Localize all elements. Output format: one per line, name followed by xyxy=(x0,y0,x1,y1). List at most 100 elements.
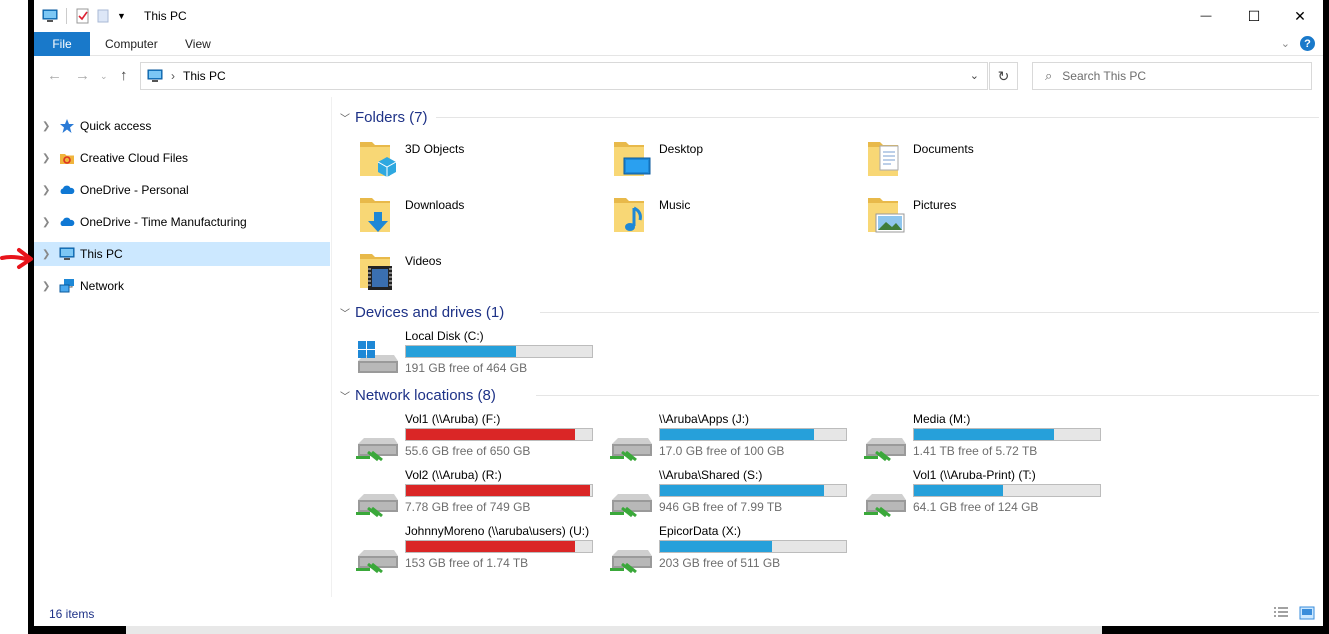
refresh-button[interactable]: ↻ xyxy=(989,62,1018,90)
network-drive-item[interactable]: Vol1 (\\Aruba-Print) (T:) 64.1 GB free of… xyxy=(842,468,1101,524)
collapse-chevron-icon[interactable]: ﹀ xyxy=(340,388,350,403)
tab-computer[interactable]: Computer xyxy=(105,37,158,51)
quick-access-toolbar: ▼ xyxy=(42,8,126,24)
sidebar-item-quick-access[interactable]: ❯ Quick access xyxy=(34,114,330,138)
desktop-folder-icon xyxy=(614,142,651,176)
tab-view[interactable]: View xyxy=(185,37,211,51)
drive-free-space: 191 GB free of 464 GB xyxy=(405,361,528,375)
help-icon[interactable]: ? xyxy=(1300,36,1315,51)
drive-usage-bar xyxy=(405,345,593,358)
sidebar-item-onedrive-time[interactable]: ❯ OneDrive - Time Manufacturing xyxy=(34,210,330,234)
drive-usage-fill xyxy=(914,485,1004,496)
sidebar-item-network[interactable]: ❯ Network xyxy=(34,274,330,298)
group-header-folders[interactable]: ﹀ Folders (7) xyxy=(334,107,1319,127)
drive-name: Local Disk (C:) xyxy=(405,329,484,343)
details-view-icon[interactable] xyxy=(1273,606,1289,620)
drive-item[interactable]: Local Disk (C:) 191 GB free of 464 GB xyxy=(334,329,593,385)
sidebar-item-label: Creative Cloud Files xyxy=(80,151,189,165)
drive-free-space: 17.0 GB free of 100 GB xyxy=(659,444,785,458)
pane-divider[interactable] xyxy=(331,97,332,597)
drive-usage-bar xyxy=(405,428,593,441)
folder-item[interactable]: 3D Objects xyxy=(334,138,574,190)
folder-item[interactable]: Pictures xyxy=(842,194,1082,246)
forward-arrow-icon[interactable]: → xyxy=(75,67,90,84)
sidebar-item-creative-cloud[interactable]: ❯ Creative Cloud Files xyxy=(34,146,330,170)
drive-free-space: 1.41 TB free of 5.72 TB xyxy=(913,444,1038,458)
up-arrow-icon[interactable]: ↑ xyxy=(120,67,128,84)
drive-name: JohnnyMoreno (\\aruba\users) (U:) xyxy=(405,524,590,538)
group-header-network[interactable]: ﹀ Network locations (8) xyxy=(334,385,1319,405)
drive-free-space: 55.6 GB free of 650 GB xyxy=(405,444,531,458)
new-folder-icon[interactable] xyxy=(95,8,111,24)
drive-usage-bar xyxy=(405,484,593,497)
expand-chevron-icon[interactable]: ❯ xyxy=(42,281,50,292)
expand-chevron-icon[interactable]: ❯ xyxy=(42,185,50,196)
folder-item[interactable]: Desktop xyxy=(588,138,828,190)
documents-folder-icon xyxy=(868,142,899,176)
sidebar-item-this-pc[interactable]: ❯ This PC xyxy=(34,242,330,266)
tab-file[interactable]: File xyxy=(34,32,90,56)
drive-free-space: 153 GB free of 1.74 TB xyxy=(405,556,529,570)
sidebar-item-label: OneDrive - Personal xyxy=(80,183,189,197)
customize-toolbar-chevron-icon[interactable]: ▼ xyxy=(117,11,126,21)
expand-chevron-icon[interactable]: ❯ xyxy=(42,153,50,164)
network-drive-icon xyxy=(610,550,652,574)
group-title: Folders (7) xyxy=(355,108,428,126)
folder-item[interactable]: Documents xyxy=(842,138,1082,190)
3d-objects-folder-icon xyxy=(360,142,397,177)
drive-usage-fill xyxy=(660,541,772,552)
network-drive-item[interactable]: Vol1 (\\Aruba) (F:) 55.6 GB free of 650 G… xyxy=(334,412,593,468)
background-left xyxy=(0,0,28,634)
annotation-arrow-icon xyxy=(0,248,33,269)
computer-icon[interactable] xyxy=(42,8,58,24)
expand-chevron-icon[interactable]: ❯ xyxy=(42,249,50,260)
drive-name: EpicorData (X:) xyxy=(659,524,742,538)
cloud-icon xyxy=(60,217,75,226)
recent-locations-chevron-icon[interactable]: ⌄ xyxy=(100,71,108,82)
cloud-icon xyxy=(60,185,75,194)
network-drive-icon xyxy=(356,550,398,574)
collapse-chevron-icon[interactable]: ﹀ xyxy=(340,110,350,125)
drive-free-space: 7.78 GB free of 749 GB xyxy=(405,500,531,514)
group-header-devices[interactable]: ﹀ Devices and drives (1) xyxy=(334,302,1319,322)
search-input[interactable]: ⌕ Search This PC xyxy=(1032,62,1312,90)
network-drive-item[interactable]: Media (M:) 1.41 TB free of 5.72 TB xyxy=(842,412,1101,468)
network-drive-icon xyxy=(610,438,652,462)
sidebar-item-label: This PC xyxy=(80,247,123,261)
drive-usage-fill xyxy=(406,346,516,357)
folder-item[interactable]: Music xyxy=(588,194,828,246)
main-content: ﹀ Folders (7) 3D Objects Desktop Documen… xyxy=(334,100,1319,600)
network-drive-icon xyxy=(356,494,398,518)
sidebar-item-onedrive-personal[interactable]: ❯ OneDrive - Personal xyxy=(34,178,330,202)
network-drive-item[interactable]: JohnnyMoreno (\\aruba\users) (U:) 153 GB … xyxy=(334,524,593,580)
network-drive-item[interactable]: \\Aruba\Apps (J:) 17.0 GB free of 100 GB xyxy=(588,412,847,468)
network-icon xyxy=(59,279,74,293)
drive-name: Vol2 (\\Aruba) (R:) xyxy=(405,468,502,482)
network-drive-item[interactable]: Vol2 (\\Aruba) (R:) 7.78 GB free of 749 G… xyxy=(334,468,593,524)
ribbon-tabs: File Computer View ⌄ ? xyxy=(34,32,1323,56)
drive-usage-fill xyxy=(914,429,1054,440)
close-button[interactable]: ✕ xyxy=(1277,0,1323,32)
expand-ribbon-chevron-icon[interactable]: ⌄ xyxy=(1281,37,1290,50)
address-dropdown-chevron-icon[interactable]: ⌄ xyxy=(970,69,979,82)
network-drive-item[interactable]: \\Aruba\Shared (S:) 946 GB free of 7.99 T… xyxy=(588,468,847,524)
folder-name: 3D Objects xyxy=(405,142,465,156)
collapse-chevron-icon[interactable]: ﹀ xyxy=(340,305,350,320)
expand-chevron-icon[interactable]: ❯ xyxy=(42,217,50,228)
breadcrumb[interactable]: This PC xyxy=(183,69,226,83)
properties-icon[interactable] xyxy=(75,8,91,24)
back-arrow-icon[interactable]: ← xyxy=(47,67,62,84)
drive-usage-bar xyxy=(913,484,1101,497)
address-bar[interactable]: › This PC ⌄ xyxy=(140,62,988,90)
network-drive-item[interactable]: EpicorData (X:) 203 GB free of 511 GB xyxy=(588,524,847,580)
folder-item[interactable]: Downloads xyxy=(334,194,574,246)
maximize-button[interactable]: ☐ xyxy=(1231,0,1277,32)
minimize-button[interactable]: — xyxy=(1183,0,1229,32)
large-icons-view-icon[interactable] xyxy=(1299,606,1315,620)
folder-item[interactable]: Videos xyxy=(334,250,574,302)
downloads-folder-icon xyxy=(360,198,390,232)
creative-cloud-icon xyxy=(60,154,74,164)
title-bar: ▼ This PC — ☐ ✕ xyxy=(34,0,1323,32)
sidebar-item-label: Network xyxy=(80,279,125,293)
expand-chevron-icon[interactable]: ❯ xyxy=(42,121,50,132)
